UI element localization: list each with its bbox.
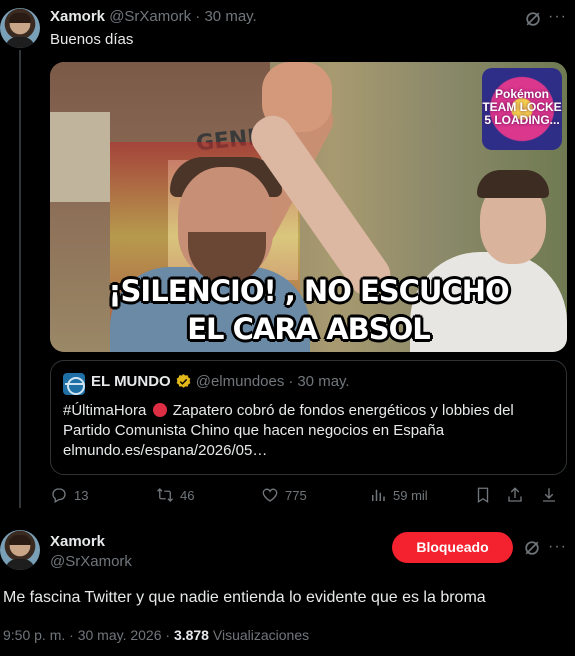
heart-icon <box>262 488 278 502</box>
reply-count: 13 <box>74 487 89 503</box>
tweet-date[interactable]: 30 may. <box>204 8 256 25</box>
view-count: 59 mil <box>393 487 428 503</box>
share-button[interactable] <box>506 486 524 504</box>
reply-icon <box>52 488 66 503</box>
download-button[interactable] <box>540 486 558 504</box>
thread-line <box>19 50 21 508</box>
quoted-author-handle: @elmundoes <box>195 373 285 390</box>
more-options-button[interactable]: ··· <box>548 538 567 556</box>
red-circle-icon <box>152 403 167 417</box>
author-handle[interactable]: @SrXamork <box>109 8 191 25</box>
tweet-image[interactable]: GENE Pokémon TEAM LOCKE 5 LOADING... ¡SI… <box>50 62 567 352</box>
repost-count: 46 <box>180 487 195 503</box>
separator: · <box>288 373 294 390</box>
logo-text: Pokémon TEAM LOCKE 5 LOADING... <box>482 87 562 127</box>
author-handle[interactable]: @SrXamork <box>50 553 132 570</box>
blocked-button[interactable]: Bloqueado <box>392 532 513 563</box>
tweet-meta: 9:50 p. m. · 30 may. 2026 · 3.878 Visual… <box>3 627 309 643</box>
bookmark-icon <box>477 487 489 504</box>
author-name[interactable]: Xamork <box>50 533 105 550</box>
meme-caption-line1: ¡SILENCIO! , NO ESCUCHO <box>108 274 509 308</box>
tweet-text: Me fascina Twitter y que nadie entienda … <box>3 589 486 606</box>
repost-icon <box>157 488 173 502</box>
hashtag[interactable]: #ÚltimaHora <box>63 402 146 419</box>
tweet-timestamp[interactable]: 9:50 p. m. · 30 may. 2026 · <box>3 627 170 643</box>
tweet-text: Buenos días <box>50 31 134 48</box>
quoted-tweet-text: #ÚltimaHora Zapatero cobró de fondos ene… <box>63 401 558 461</box>
like-button[interactable]: 775 <box>261 486 307 504</box>
share-icon <box>508 487 522 502</box>
separator: · <box>195 8 201 25</box>
avatar[interactable] <box>0 8 40 48</box>
more-options-button[interactable]: ··· <box>548 8 567 26</box>
quoted-tweet[interactable]: EL MUNDO @elmundoes · 30 may. #ÚltimaHor… <box>50 360 567 475</box>
repost-button[interactable]: 46 <box>156 486 194 504</box>
verified-badge-icon <box>176 374 191 388</box>
download-icon <box>543 488 555 502</box>
author-name[interactable]: Xamork <box>50 8 105 25</box>
analytics-icon <box>372 489 385 501</box>
quoted-tweet-date: 30 may. <box>297 373 350 390</box>
views-label: Visualizaciones <box>212 627 310 643</box>
tweet-header: Xamork @SrXamork · 30 may. <box>50 8 257 25</box>
bookmark-button[interactable] <box>474 486 492 504</box>
grok-icon[interactable] <box>522 538 542 558</box>
avatar[interactable] <box>0 530 40 570</box>
like-count: 775 <box>285 487 307 503</box>
quoted-tweet-header: EL MUNDO @elmundoes · 30 may. <box>91 373 350 390</box>
views-button[interactable]: 59 mil <box>369 486 428 504</box>
grok-icon[interactable] <box>523 9 543 29</box>
el-mundo-logo <box>63 373 85 395</box>
meme-caption-line2: EL CARA ABSOL <box>187 312 431 346</box>
quoted-author-name: EL MUNDO <box>91 373 171 390</box>
reply-button[interactable]: 13 <box>50 486 88 504</box>
views-count: 3.878 <box>173 627 209 643</box>
tweet-actions: 13 46 775 59 mil <box>50 486 567 508</box>
